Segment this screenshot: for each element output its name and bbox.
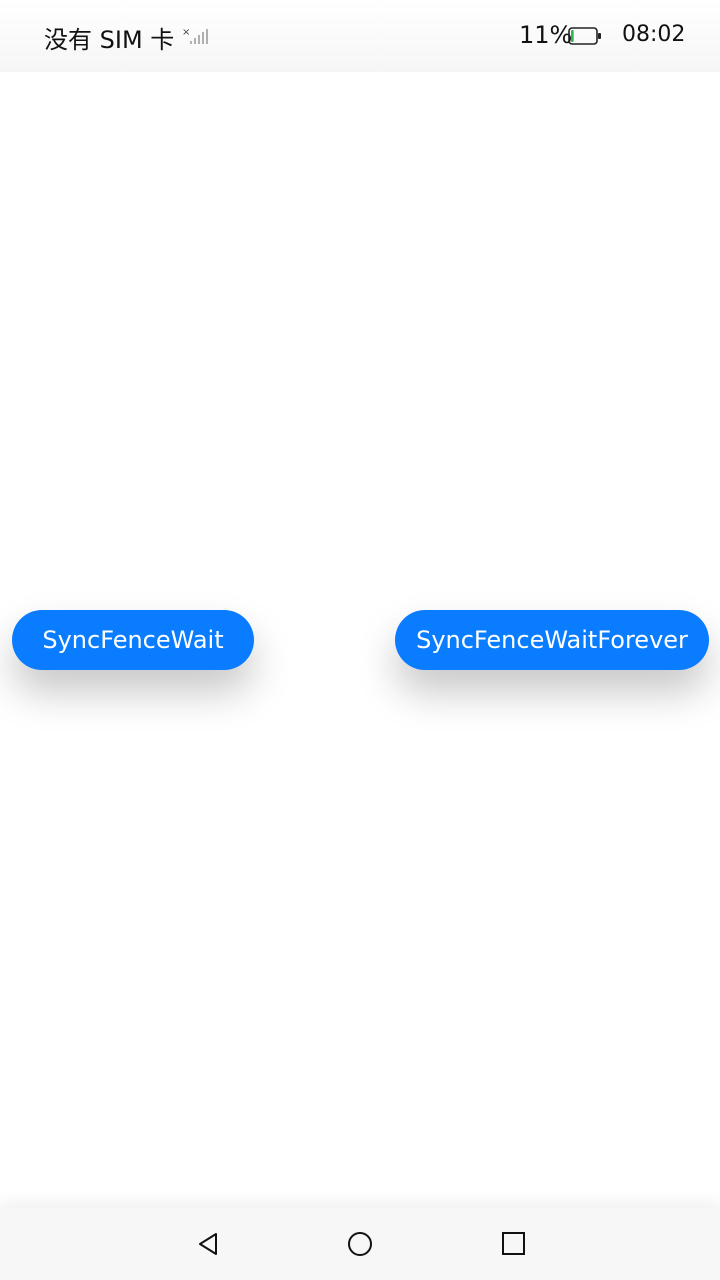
- sync-fence-wait-button[interactable]: SyncFenceWait: [12, 610, 254, 670]
- battery-icon: [568, 27, 602, 45]
- carrier-label: 没有 SIM 卡: [44, 26, 175, 54]
- sync-fence-wait-forever-button[interactable]: SyncFenceWaitForever: [395, 610, 709, 670]
- battery-level-fill: [571, 30, 574, 42]
- back-triangle-icon[interactable]: [190, 1226, 226, 1262]
- no-signal-icon: ×: [182, 26, 210, 46]
- svg-text:×: ×: [182, 27, 190, 38]
- recent-square-icon[interactable]: [496, 1226, 532, 1262]
- app-screen: 没有 SIM 卡 × 11% 08:02 SyncFenceWait SyncF…: [0, 0, 720, 1280]
- clock: 08:02: [622, 22, 686, 47]
- navigation-bar: [0, 1208, 720, 1280]
- status-bar: 没有 SIM 卡 × 11% 08:02: [0, 0, 720, 72]
- home-circle-icon[interactable]: [342, 1226, 378, 1262]
- battery-percent: 11%: [519, 21, 573, 49]
